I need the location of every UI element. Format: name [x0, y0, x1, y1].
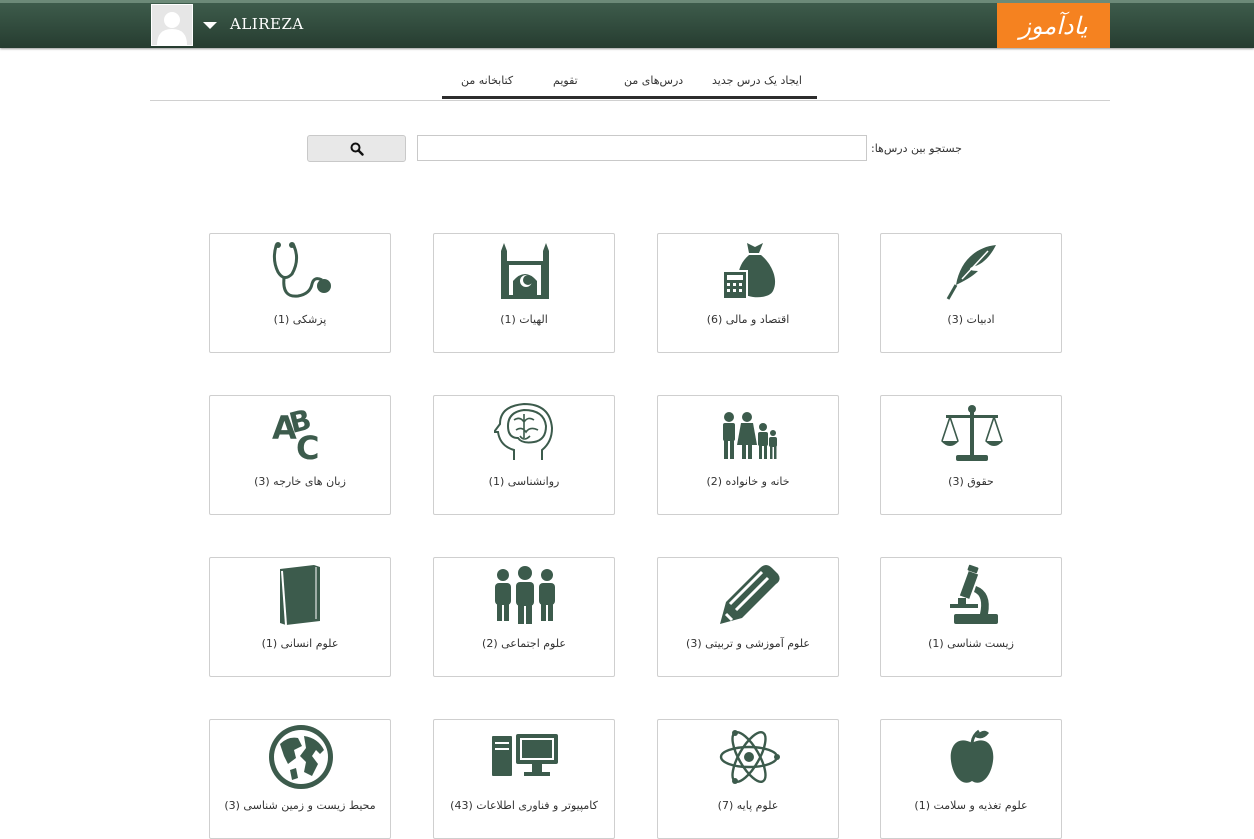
site-logo[interactable]: یادآموز — [997, 3, 1110, 48]
mosque-icon — [490, 240, 560, 302]
category-card-environment-geology[interactable]: محیط زیست و زمین شناسی (3) — [209, 719, 391, 839]
category-card-nutrition-health[interactable]: علوم تغذیه و سلامت (1) — [880, 719, 1062, 839]
avatar-silhouette-icon — [152, 5, 192, 45]
category-label: علوم اجتماعی (2) — [482, 637, 566, 650]
category-label: حقوق (3) — [948, 475, 994, 488]
category-card-foreign-languages[interactable]: A B C زبان های خارجه (3) — [209, 395, 391, 515]
search-input[interactable] — [417, 135, 867, 161]
category-card-economics[interactable]: اقتصاد و مالی (6) — [657, 233, 839, 353]
family-icon — [714, 402, 784, 464]
computer-icon — [490, 726, 560, 788]
category-card-family[interactable]: خانه و خانواده (2) — [657, 395, 839, 515]
category-label: اقتصاد و مالی (6) — [706, 313, 790, 326]
category-card-humanities[interactable]: علوم انسانی (1) — [209, 557, 391, 677]
category-label: روانشناسی (1) — [488, 475, 560, 488]
category-card-theology[interactable]: الهیات (1) — [433, 233, 615, 353]
category-label: کامپیوتر و فناوری اطلاعات (43) — [450, 799, 598, 812]
feather-icon — [937, 240, 1007, 302]
user-menu-caret-icon[interactable] — [203, 22, 217, 29]
category-label: پزشکی (1) — [273, 313, 327, 326]
stethoscope-icon — [266, 240, 336, 302]
apple-icon — [937, 726, 1007, 788]
book-icon — [266, 564, 336, 626]
category-card-psychology[interactable]: روانشناسی (1) — [433, 395, 615, 515]
globe-icon — [266, 725, 336, 789]
top-bar: ALIREZA یادآموز — [0, 0, 1254, 48]
abc-icon: A B C — [266, 402, 336, 464]
microscope-icon — [937, 564, 1007, 626]
category-card-education[interactable]: علوم آموزشی و تربیتی (3) — [657, 557, 839, 677]
tab-underline — [442, 96, 817, 99]
tab-calendar[interactable]: تقویم — [553, 74, 578, 87]
search-button[interactable] — [307, 135, 406, 162]
category-card-basic-sciences[interactable]: علوم پایه (7) — [657, 719, 839, 839]
category-label: ادبیات (3) — [947, 313, 995, 326]
tab-create-course[interactable]: ایجاد یک درس جدید — [712, 74, 802, 87]
category-card-law[interactable]: حقوق (3) — [880, 395, 1062, 515]
category-label: زیست شناسی (1) — [928, 637, 1014, 650]
avatar[interactable] — [151, 4, 193, 46]
category-card-computer-it[interactable]: کامپیوتر و فناوری اطلاعات (43) — [433, 719, 615, 839]
category-label: خانه و خانواده (2) — [706, 475, 790, 488]
people-group-icon — [490, 564, 560, 626]
category-label: علوم آموزشی و تربیتی (3) — [686, 637, 810, 650]
brain-head-icon — [490, 402, 560, 464]
search-label: جستجو بین درس‌ها: — [871, 142, 962, 155]
category-label: زبان های خارجه (3) — [254, 475, 346, 488]
svg-text:C: C — [296, 429, 319, 463]
pencil-icon — [714, 564, 784, 626]
search-icon — [350, 142, 364, 156]
user-name[interactable]: ALIREZA — [230, 15, 304, 33]
scales-icon — [937, 402, 1007, 464]
category-card-social-sciences[interactable]: علوم اجتماعی (2) — [433, 557, 615, 677]
tab-my-courses[interactable]: درس‌های من — [624, 74, 683, 87]
category-label: محیط زیست و زمین شناسی (3) — [224, 799, 376, 812]
tab-bar: ایجاد یک درس جدید درس‌های من تقویم کتابخ… — [150, 60, 1110, 101]
atom-icon — [714, 726, 784, 788]
category-card-literature[interactable]: ادبیات (3) — [880, 233, 1062, 353]
category-label: علوم پایه (7) — [717, 799, 779, 812]
category-label: علوم تغذیه و سلامت (1) — [914, 799, 1028, 812]
category-card-biology[interactable]: زیست شناسی (1) — [880, 557, 1062, 677]
category-label: الهیات (1) — [500, 313, 548, 326]
tab-my-library[interactable]: کتابخانه من — [461, 74, 513, 87]
category-card-medicine[interactable]: پزشکی (1) — [209, 233, 391, 353]
money-bag-calculator-icon — [714, 240, 784, 302]
category-label: علوم انسانی (1) — [261, 637, 339, 650]
